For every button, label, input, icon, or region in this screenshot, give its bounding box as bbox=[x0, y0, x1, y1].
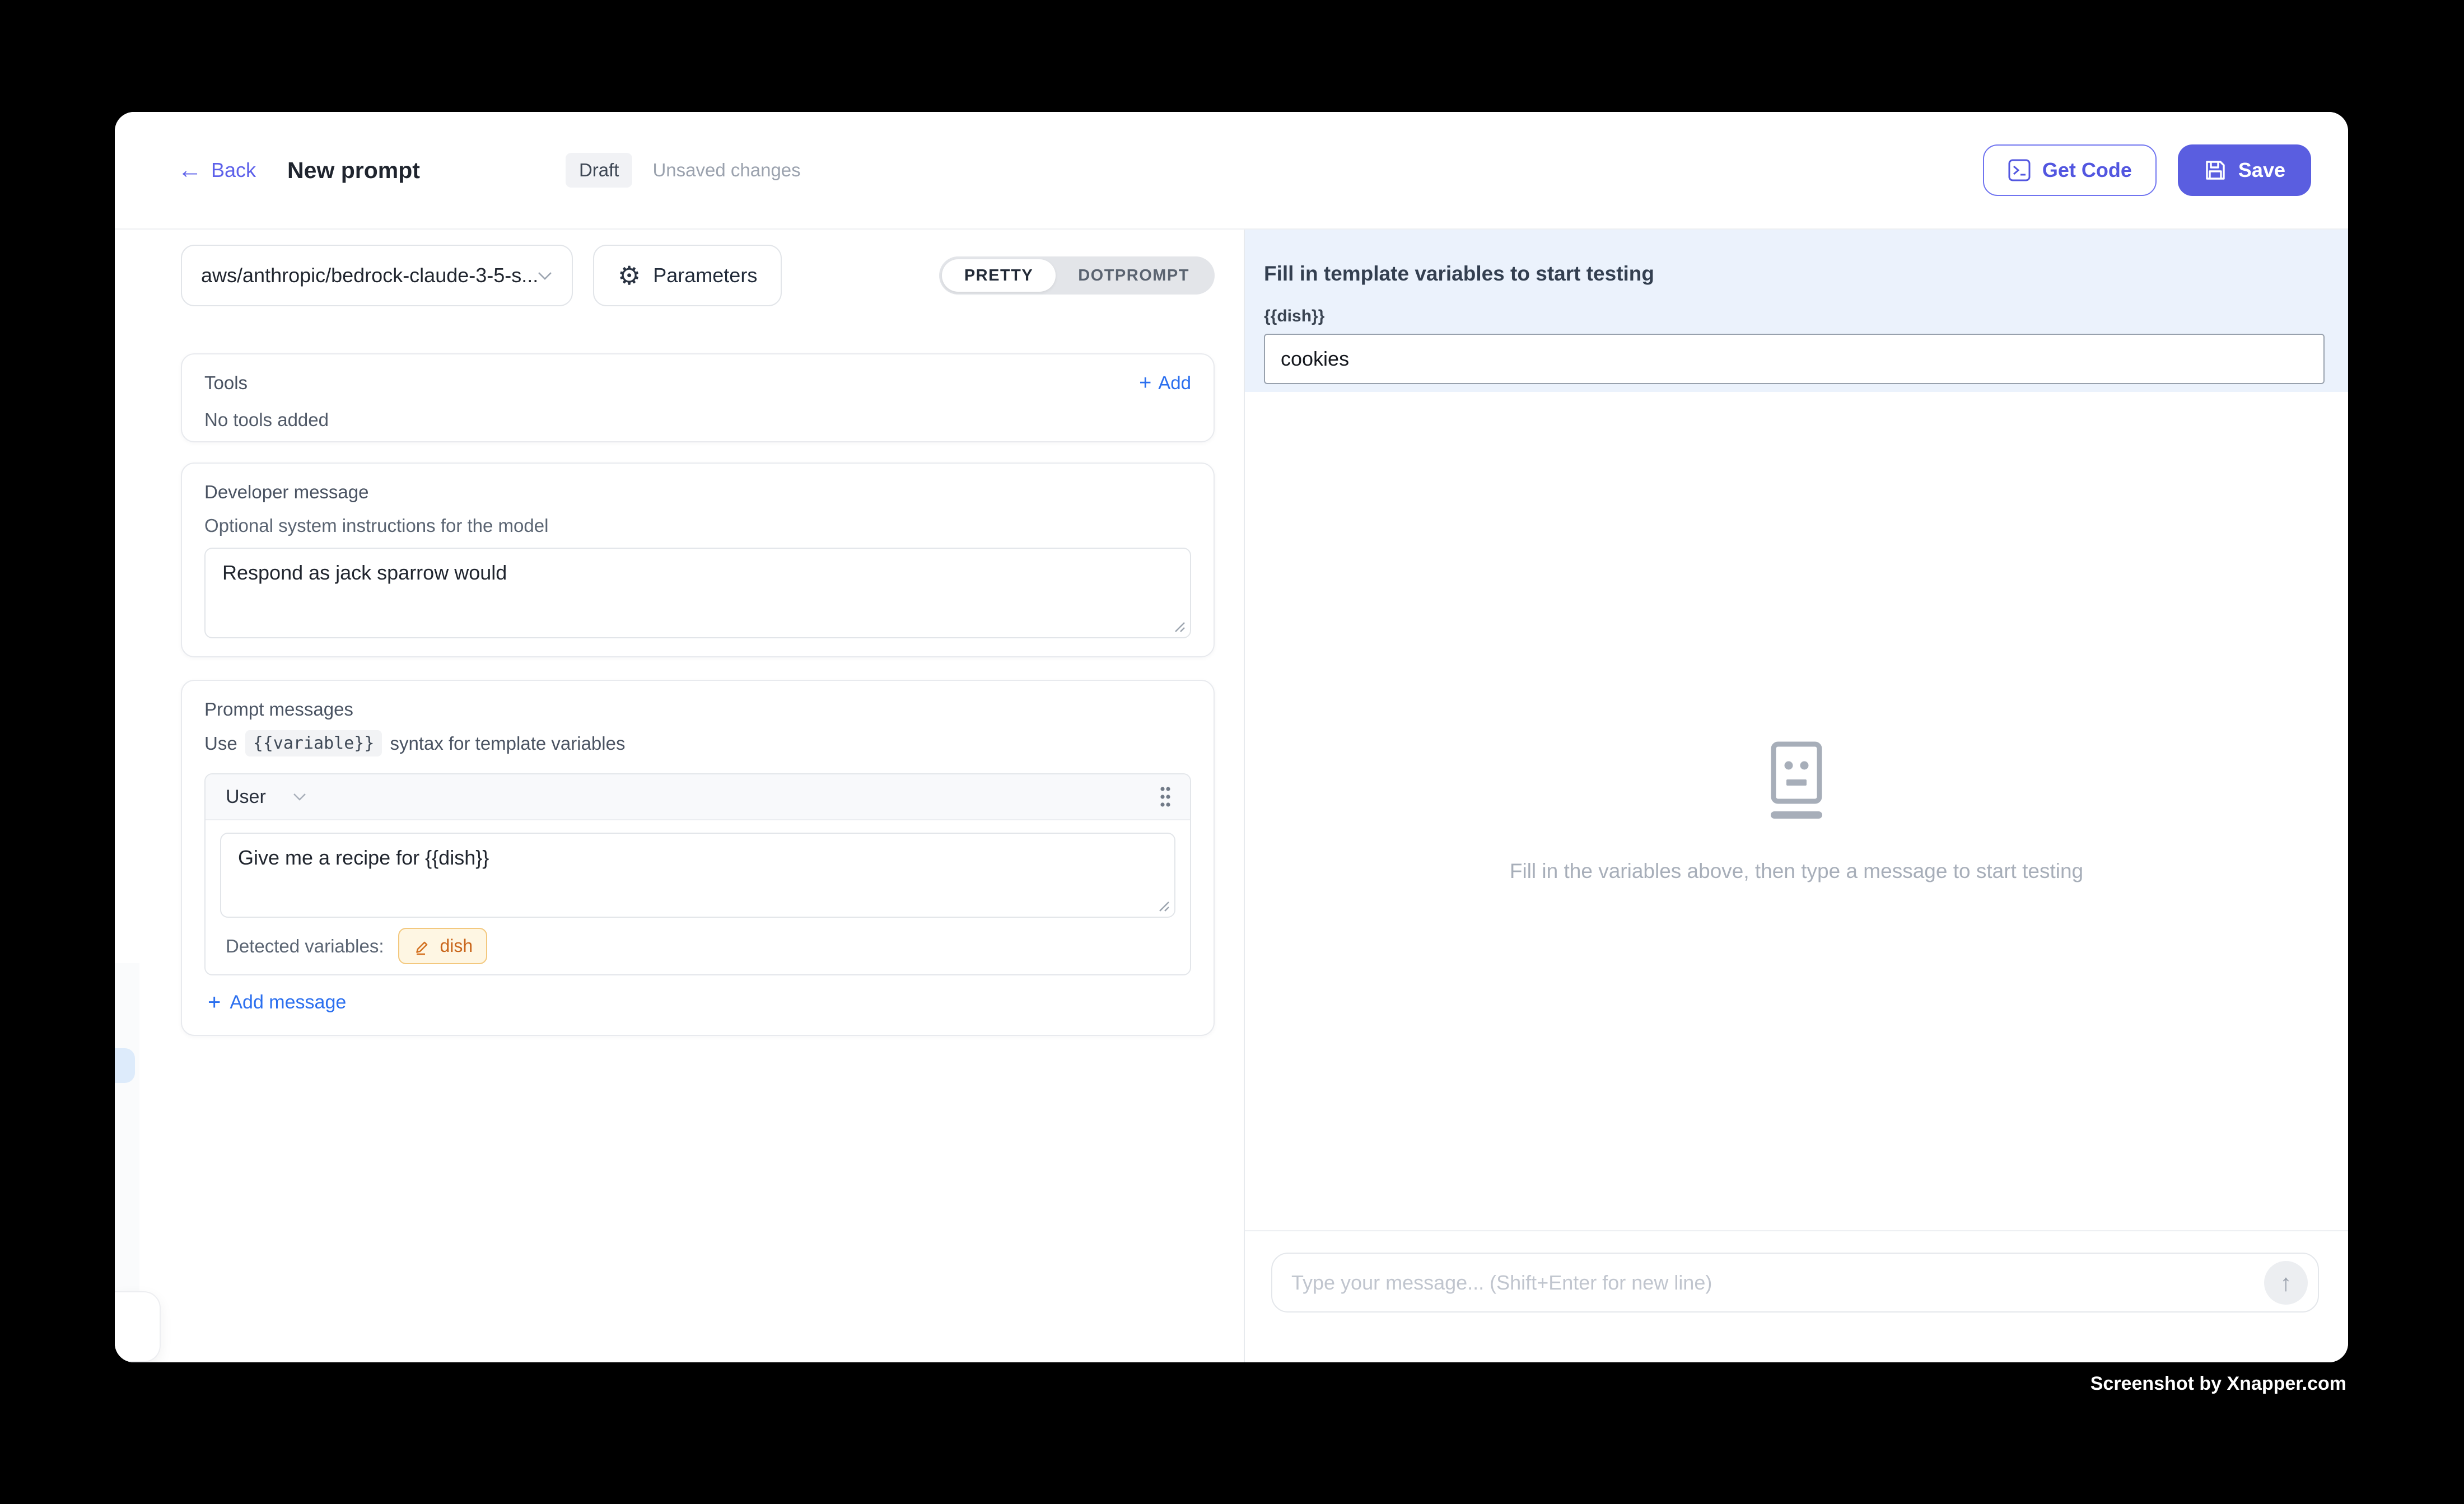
plus-icon: + bbox=[1139, 372, 1151, 394]
resize-handle-icon[interactable] bbox=[1155, 898, 1170, 912]
get-code-label: Get Code bbox=[2042, 158, 2132, 182]
tools-card: Tools + Add No tools added bbox=[181, 353, 1215, 442]
variable-syntax-chip: {{variable}} bbox=[245, 730, 382, 756]
model-select-value: aws/anthropic/bedrock-claude-3-5-s... bbox=[201, 264, 537, 287]
variable-badge-label: dish bbox=[440, 936, 473, 956]
watermark-text: Screenshot by Xnapper.com bbox=[2090, 1373, 2346, 1395]
tools-card-header: Tools + Add bbox=[204, 372, 1191, 394]
message-textarea[interactable]: Give me a recipe for {{dish}} bbox=[220, 833, 1175, 918]
developer-message-field-wrap: Respond as jack sparrow would bbox=[204, 548, 1191, 638]
tools-title: Tools bbox=[204, 372, 248, 394]
editor-panel: aws/anthropic/bedrock-claude-3-5-s... ⚙ … bbox=[115, 230, 1245, 1362]
chat-empty-state: Fill in the variables above, then type a… bbox=[1245, 392, 2348, 1230]
get-code-button[interactable]: Get Code bbox=[1983, 144, 2157, 196]
send-button[interactable]: ↑ bbox=[2264, 1261, 2308, 1305]
model-select[interactable]: aws/anthropic/bedrock-claude-3-5-s... bbox=[181, 245, 573, 306]
variable-input-label: {{dish}} bbox=[1264, 307, 2325, 326]
status-badge: Draft bbox=[566, 153, 633, 188]
variable-value-input[interactable] bbox=[1264, 334, 2325, 384]
view-mode-toggle: PRETTY DOTPROMPT bbox=[939, 256, 1215, 295]
add-message-button[interactable]: + Add message bbox=[208, 991, 1191, 1013]
sidebar-active-item bbox=[115, 1048, 135, 1083]
add-tool-button[interactable]: + Add bbox=[1139, 372, 1191, 394]
message-header: User bbox=[206, 774, 1190, 820]
back-button[interactable]: ← Back bbox=[178, 158, 256, 183]
hint-suffix: syntax for template variables bbox=[390, 733, 625, 754]
robot-icon bbox=[1762, 740, 1831, 824]
save-label: Save bbox=[2238, 158, 2285, 182]
back-label: Back bbox=[211, 158, 256, 182]
add-message-label: Add message bbox=[230, 992, 346, 1013]
role-select-value: User bbox=[226, 786, 266, 808]
message-field-wrap: Give me a recipe for {{dish}} bbox=[220, 833, 1175, 918]
tools-empty-text: No tools added bbox=[204, 409, 1191, 431]
gear-icon: ⚙ bbox=[618, 263, 641, 288]
send-arrow-icon: ↑ bbox=[2280, 1271, 2292, 1295]
empty-state-text: Fill in the variables above, then type a… bbox=[1510, 860, 2083, 883]
toggle-option-pretty[interactable]: PRETTY bbox=[942, 259, 1056, 292]
plus-icon: + bbox=[208, 991, 221, 1013]
tester-variables-header: Fill in template variables to start test… bbox=[1245, 230, 2348, 392]
role-select[interactable]: User bbox=[226, 786, 306, 808]
detected-variables-row: Detected variables: dish bbox=[220, 928, 1175, 964]
parameters-label: Parameters bbox=[653, 264, 757, 287]
parameters-button[interactable]: ⚙ Parameters bbox=[593, 245, 782, 306]
back-arrow-icon: ← bbox=[178, 158, 202, 183]
developer-message-title: Developer message bbox=[204, 482, 1191, 503]
developer-message-textarea[interactable]: Respond as jack sparrow would bbox=[204, 548, 1191, 638]
tester-title: Fill in template variables to start test… bbox=[1264, 262, 2325, 286]
variable-badge-dish[interactable]: dish bbox=[398, 928, 487, 964]
save-icon bbox=[2204, 158, 2227, 182]
window-header: ← Back New prompt Draft Unsaved changes … bbox=[115, 112, 2348, 230]
developer-message-card: Developer message Optional system instru… bbox=[181, 463, 1215, 657]
resize-handle-icon[interactable] bbox=[1171, 618, 1186, 633]
model-row: aws/anthropic/bedrock-claude-3-5-s... ⚙ … bbox=[181, 245, 1215, 306]
terminal-icon bbox=[2008, 158, 2031, 182]
chat-input-box: ↑ bbox=[1271, 1253, 2319, 1313]
hint-prefix: Use bbox=[204, 733, 237, 754]
chat-message-input[interactable] bbox=[1291, 1271, 2264, 1295]
sidebar-popover-fragment bbox=[115, 1291, 161, 1362]
page-title: New prompt bbox=[287, 157, 420, 184]
chevron-down-icon bbox=[537, 271, 553, 281]
detected-variables-label: Detected variables: bbox=[226, 936, 384, 957]
message-body: Give me a recipe for {{dish}} Detected v… bbox=[206, 820, 1190, 974]
save-button[interactable]: Save bbox=[2178, 144, 2311, 196]
chat-input-bar: ↑ bbox=[1245, 1230, 2348, 1362]
edit-pencil-icon bbox=[413, 937, 432, 956]
prompt-messages-title: Prompt messages bbox=[204, 699, 1191, 720]
add-tool-label: Add bbox=[1158, 372, 1191, 394]
template-variable-hint: Use {{variable}} syntax for template var… bbox=[204, 730, 1191, 756]
app-window: ← Back New prompt Draft Unsaved changes … bbox=[115, 112, 2348, 1362]
main-area: aws/anthropic/bedrock-claude-3-5-s... ⚙ … bbox=[115, 230, 2348, 1362]
unsaved-changes-label: Unsaved changes bbox=[652, 160, 800, 181]
tester-panel: Fill in template variables to start test… bbox=[1245, 230, 2348, 1362]
toggle-option-dotprompt[interactable]: DOTPROMPT bbox=[1056, 259, 1212, 292]
drag-handle-icon[interactable] bbox=[1156, 783, 1174, 810]
developer-message-subtitle: Optional system instructions for the mod… bbox=[204, 515, 1191, 536]
message-block: User bbox=[204, 773, 1191, 975]
chevron-down-icon bbox=[293, 793, 306, 801]
prompt-messages-card: Prompt messages Use {{variable}} syntax … bbox=[181, 680, 1215, 1036]
